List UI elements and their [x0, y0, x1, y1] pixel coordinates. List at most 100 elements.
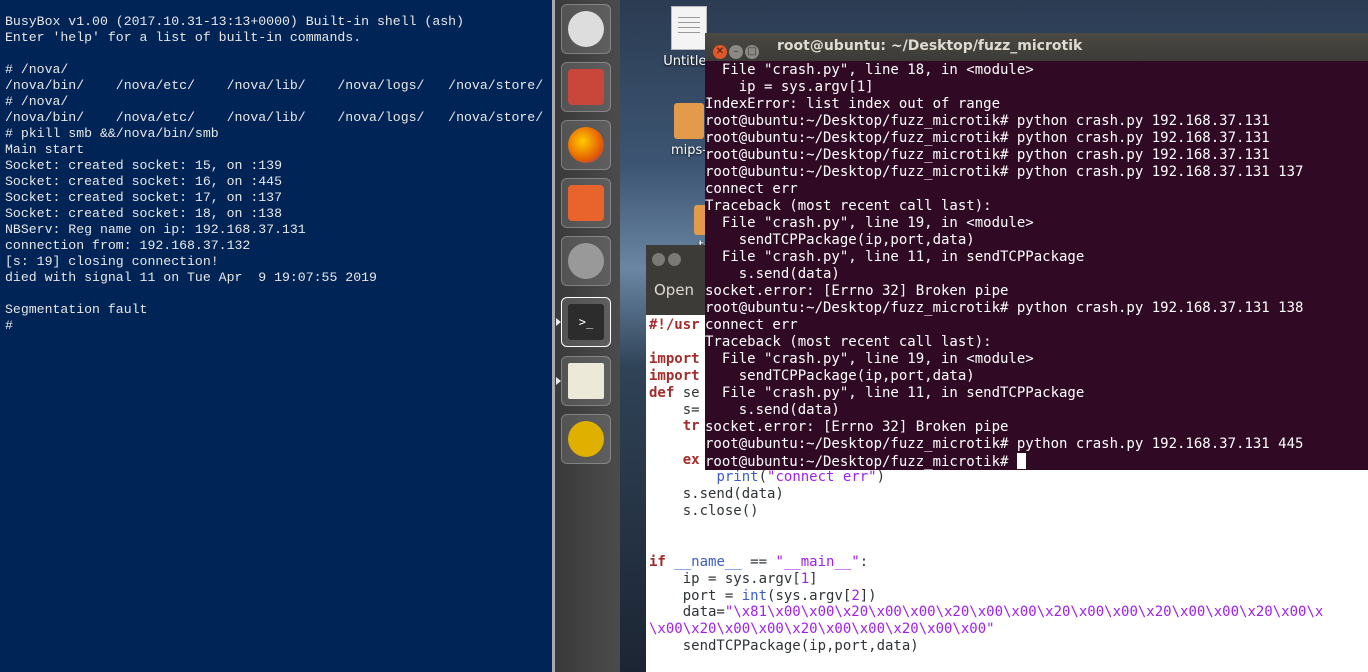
busybox-output-line: /nova/bin/ /nova/etc/ /nova/lib/ /nova/l… [5, 110, 544, 125]
firefox-icon [568, 127, 604, 163]
code-line: port = [649, 587, 742, 604]
terminal-output[interactable]: File "crash.py", line 18, in <module> ip… [705, 62, 1368, 470]
code-except: ex [682, 452, 700, 469]
terminal-output-line: File "crash.py", line 11, in sendTCPPack… [705, 385, 1085, 401]
busybox-output-line: BusyBox v1.00 (2017.10.31-13:13+0000) Bu… [5, 14, 464, 29]
ubuntu-dash-icon [568, 11, 604, 47]
launcher-item-genie[interactable] [561, 414, 611, 464]
code-line: sendTCPPackage(ip,port,data) [649, 638, 919, 655]
desktop-icon-label: mips- [671, 143, 707, 158]
maximize-icon[interactable]: □ [745, 45, 759, 59]
terminal-output-line: s.send(data) [705, 402, 840, 418]
open-button[interactable]: Open [654, 281, 694, 299]
terminal-output-line: root@ubuntu:~/Desktop/fuzz_microtik# pyt… [705, 130, 1270, 146]
terminal-output-line: socket.error: [Errno 32] Broken pipe [705, 419, 1009, 435]
minimize-icon[interactable]: – [729, 45, 743, 59]
busybox-output-line: Socket: created socket: 17, on :137 [5, 190, 282, 205]
code-line: data= [649, 604, 725, 621]
close-icon[interactable]: ✕ [713, 45, 727, 59]
code-line: ip = sys.argv[ [649, 570, 801, 587]
system-settings-icon [568, 243, 604, 279]
text-editor-icon [568, 363, 604, 399]
terminal-prompt-line[interactable]: root@ubuntu:~/Desktop/fuzz_microtik# [705, 453, 1368, 470]
code-def: def [649, 384, 675, 401]
files-icon [568, 69, 604, 105]
software-center-icon [568, 185, 604, 221]
code-line: (sys.argv[ [767, 587, 852, 604]
busybox-output-line: # pkill smb &&/nova/bin/smb [5, 126, 219, 141]
code-string: "__main__" [775, 553, 860, 570]
busybox-output-line: died with signal 11 on Tue Apr 9 19:07:5… [5, 270, 377, 285]
code-string: "connect err" [767, 469, 877, 486]
busybox-output-line: Segmentation fault [5, 302, 148, 317]
terminal-output-line: File "crash.py", line 18, in <module> [705, 62, 1034, 78]
terminal-output-line: connect err [705, 181, 798, 197]
terminal-output-line: socket.error: [Errno 32] Broken pipe [705, 283, 1009, 299]
code-shebang: #!/usr [649, 317, 700, 333]
close-icon[interactable] [652, 253, 665, 266]
code-op: == [741, 553, 776, 570]
code-string: \x00\x20\x00\x00\x20\x00\x00\x20\x00\x00… [649, 621, 995, 638]
launcher-item-terminal[interactable]: >_ [561, 297, 611, 347]
launcher-item-firefox[interactable] [561, 120, 611, 170]
terminal-output-line: root@ubuntu:~/Desktop/fuzz_microtik# pyt… [705, 113, 1270, 129]
code-if: if [649, 553, 666, 570]
launcher-item-software[interactable] [561, 178, 611, 228]
code-try: tr [682, 418, 700, 435]
terminal-output-line: connect err [705, 317, 798, 333]
terminal-output-line: IndexError: list index out of range [705, 96, 1001, 112]
busybox-output-line: # [5, 318, 13, 333]
launcher-item-files[interactable] [561, 62, 611, 112]
busybox-output-line: [s: 19] closing connection! [5, 254, 219, 269]
code-builtin: int [741, 587, 768, 604]
document-icon [671, 6, 707, 50]
terminal-output-line: File "crash.py", line 11, in sendTCPPack… [705, 249, 1085, 265]
genie-lamp-icon [568, 421, 604, 457]
code-line: s.send(data) [649, 486, 784, 503]
ubuntu-terminal-window[interactable]: ✕ – □ root@ubuntu: ~/Desktop/fuzz_microtik… [705, 33, 1368, 470]
launcher-item-settings[interactable] [561, 236, 611, 286]
terminal-output-line: root@ubuntu:~/Desktop/fuzz_microtik# pyt… [705, 300, 1304, 316]
code-import: import [649, 350, 700, 367]
terminal-output-line: root@ubuntu:~/Desktop/fuzz_microtik# pyt… [705, 164, 1304, 180]
code-op: ] [809, 570, 818, 587]
code-line: s= [649, 401, 700, 418]
archive-icon [674, 103, 704, 139]
code-number: 2 [851, 587, 860, 604]
terminal-output-line: sendTCPPackage(ip,port,data) [705, 368, 975, 384]
terminal-output-line: s.send(data) [705, 266, 840, 282]
code-number: 1 [800, 570, 810, 587]
code-def-name: se [674, 384, 700, 401]
busybox-output-line: # /nova/ [5, 62, 69, 77]
terminal-output-line: ip = sys.argv[1] [705, 79, 874, 95]
busybox-output-line: Socket: created socket: 15, on :139 [5, 158, 282, 173]
terminal-icon: >_ [568, 304, 604, 340]
code-op: ]) [859, 587, 877, 604]
launcher-item-dash[interactable] [561, 4, 611, 54]
code-import: import [649, 367, 700, 384]
terminal-output-line: Traceback (most recent call last): [705, 198, 992, 214]
busybox-output-line: # /nova/ [5, 94, 69, 109]
terminal-output-line: sendTCPPackage(ip,port,data) [705, 232, 975, 248]
terminal-output-line: Traceback (most recent call last): [705, 334, 992, 350]
minimize-icon[interactable] [668, 253, 681, 266]
terminal-cursor [1016, 453, 1026, 469]
busybox-output-line: connection from: 192.168.37.132 [5, 238, 251, 253]
terminal-output-line: root@ubuntu:~/Desktop/fuzz_microtik# pyt… [705, 147, 1270, 163]
busybox-terminal[interactable]: BusyBox v1.00 (2017.10.31-13:13+0000) Bu… [0, 0, 552, 672]
busybox-output-line: Enter 'help' for a list of built-in comm… [5, 30, 362, 45]
busybox-output-line [5, 286, 552, 302]
terminal-titlebar: ✕ – □ root@ubuntu: ~/Desktop/fuzz_microtik [705, 33, 1368, 61]
terminal-output-line: root@ubuntu:~/Desktop/fuzz_microtik# pyt… [705, 436, 1304, 452]
launcher-item-text-editor[interactable] [561, 356, 611, 406]
terminal-prompt: root@ubuntu:~/Desktop/fuzz_microtik# [705, 454, 1017, 470]
code-string: "\x81\x00\x00\x20\x00\x00\x20\x00\x00\x2… [724, 604, 1324, 621]
terminal-output-line: File "crash.py", line 19, in <module> [705, 215, 1034, 231]
code-op: : [859, 553, 869, 570]
terminal-output-line: File "crash.py", line 19, in <module> [705, 351, 1034, 367]
terminal-title: root@ubuntu: ~/Desktop/fuzz_microtik [777, 38, 1083, 54]
code-line: s.close() [649, 502, 759, 519]
busybox-output-line: NBServ: Reg name on ip: 192.168.37.131 [5, 222, 306, 237]
busybox-output-line: Main start [5, 142, 85, 157]
code-print: print [716, 469, 759, 486]
